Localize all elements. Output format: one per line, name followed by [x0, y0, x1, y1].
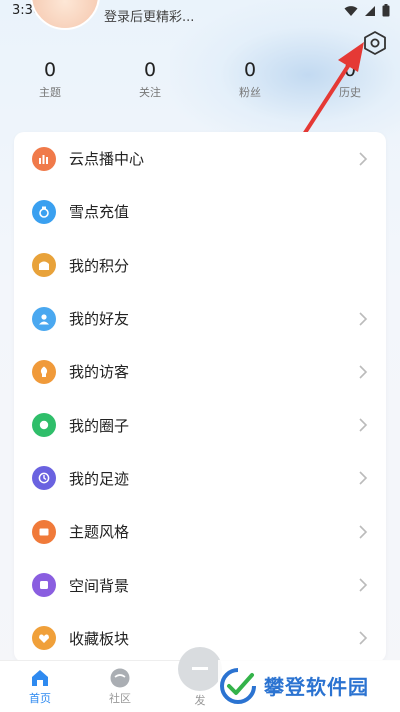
stat-history[interactable]: 0 历史: [300, 58, 400, 108]
friend-icon: [32, 306, 56, 331]
nav-label: 首页: [29, 692, 51, 705]
chevron-right-icon: [359, 311, 368, 326]
menu-item[interactable]: 我的足迹: [14, 452, 386, 505]
chevron-right-icon: [359, 152, 368, 166]
menu-item-label: 我的好友: [69, 310, 130, 329]
stat-value: 0: [143, 59, 157, 81]
stat-value: 0: [43, 59, 57, 81]
menu-item[interactable]: 云点播中心: [14, 132, 386, 185]
stat-fans[interactable]: 0 粉丝: [200, 58, 300, 108]
menu-item-label: 我的圈子: [69, 416, 130, 435]
minus-icon: [192, 667, 208, 670]
community-icon: [110, 668, 130, 688]
stat-label: 关注: [139, 86, 161, 99]
chevron-right-icon: [359, 365, 368, 379]
menu-item-label: 我的积分: [69, 256, 130, 275]
chevron-right-icon: [359, 418, 368, 432]
post-button[interactable]: [178, 647, 222, 691]
nav-label: 社区: [109, 692, 131, 705]
watermark-logo-icon: [220, 667, 256, 704]
battery-icon: [382, 4, 390, 17]
menu-item-label: 空间背景: [69, 576, 130, 595]
settings-hexagon-icon[interactable]: [362, 30, 388, 56]
menu-item[interactable]: 我的好友: [14, 292, 386, 345]
bar-chart-icon: [32, 146, 56, 171]
signal-icon: [365, 5, 375, 16]
menu-card: 云点播中心雪点充值我的积分我的好友我的访客我的圈子我的足迹主题风格空间背景收藏板…: [14, 132, 386, 662]
menu-item-label: 雪点充值: [69, 203, 130, 222]
menu-item[interactable]: 主题风格: [14, 505, 386, 558]
chevron-right-icon: [359, 525, 368, 539]
heart-icon: [32, 626, 56, 651]
menu-item-label: 我的足迹: [69, 469, 130, 488]
background-icon: [32, 573, 56, 598]
chevron-right-icon: [359, 631, 368, 645]
coin-icon: [32, 199, 56, 224]
clock-icon: [32, 466, 56, 491]
watermark: 攀登软件园: [218, 660, 400, 711]
profile-stats: 0 主题 0 关注 0 粉丝 0 历史: [0, 58, 400, 108]
menu-item[interactable]: 我的访客: [14, 345, 386, 398]
avatar[interactable]: [30, 0, 100, 30]
visitor-icon: [32, 359, 56, 384]
theme-icon: [32, 519, 56, 544]
menu-item[interactable]: 我的积分: [14, 239, 386, 292]
wifi-icon: [344, 5, 358, 16]
stat-value: 0: [243, 59, 257, 81]
stat-following[interactable]: 0 关注: [100, 58, 200, 108]
stat-label: 主题: [39, 86, 61, 99]
menu-item-label: 收藏板块: [69, 629, 130, 648]
status-icons: [344, 4, 390, 17]
home-icon: [32, 670, 48, 686]
stat-label: 历史: [339, 86, 361, 99]
watermark-text: 攀登软件园: [264, 675, 369, 699]
stat-label: 粉丝: [239, 86, 261, 99]
login-prompt[interactable]: 登录后更精彩...: [104, 6, 194, 25]
menu-item[interactable]: 雪点充值: [14, 185, 386, 238]
stat-value: 0: [343, 59, 357, 81]
menu-item[interactable]: 空间背景: [14, 558, 386, 611]
circle-chat-icon: [32, 413, 56, 438]
nav-community[interactable]: 社区: [80, 661, 160, 712]
chevron-right-icon: [359, 471, 368, 485]
menu-item-label: 主题风格: [69, 523, 130, 542]
points-bag-icon: [32, 253, 56, 278]
menu-item-label: 云点播中心: [69, 150, 145, 169]
menu-item-label: 我的访客: [69, 363, 130, 382]
chevron-right-icon: [359, 578, 368, 592]
stat-topics[interactable]: 0 主题: [0, 58, 100, 108]
nav-home[interactable]: 首页: [0, 661, 80, 712]
menu-item[interactable]: 我的圈子: [14, 398, 386, 451]
